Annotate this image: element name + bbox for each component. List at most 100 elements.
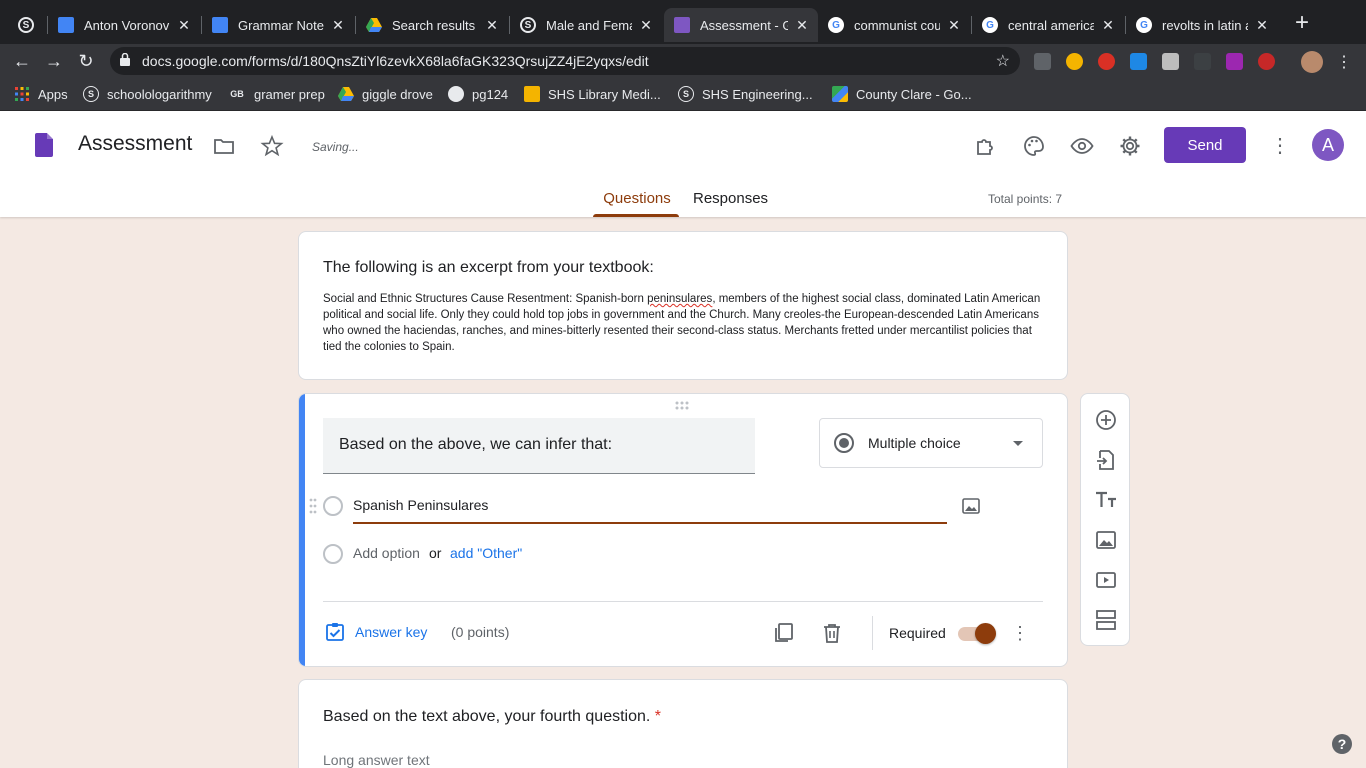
address-bar[interactable]: docs.google.com/forms/d/180QnsZtiYl6zevk… [110,47,1020,75]
extension-icon[interactable] [1194,53,1211,70]
question-card[interactable]: Based on the text above, your fourth que… [298,679,1068,768]
close-icon[interactable]: ✕ [946,17,962,34]
question-type-dropdown[interactable]: Multiple choice [819,418,1043,468]
bookmark-gramer-prep[interactable]: GB gramer prep [228,86,325,102]
reload-icon[interactable]: ↻ [75,50,97,72]
tab-anton-voronov[interactable]: Anton Voronov - ✕ [48,8,200,42]
forms-header: Assessment Saving... Send ⋮ A Questions … [0,111,1366,217]
required-label: Required [889,625,946,641]
import-questions-icon[interactable] [1094,448,1118,472]
tab-responses[interactable]: Responses [693,190,768,207]
browser-tabstrip: S Anton Voronov - ✕ Grammar Notes ✕ Sear… [0,0,1366,44]
chevron-down-icon [1013,441,1023,446]
tab-assessment[interactable]: Assessment - G ✕ [664,8,818,42]
addons-puzzle-icon[interactable] [974,134,998,158]
send-button[interactable]: Send [1164,127,1246,163]
drag-handle-icon[interactable] [675,401,693,411]
bookmark-label: SHS Engineering... [702,86,813,102]
close-icon[interactable]: ✕ [794,17,810,34]
adblock-extension-icon[interactable] [1098,53,1115,70]
google-icon: G [828,17,844,33]
owl-extension-icon[interactable] [1066,53,1083,70]
tab-schoology[interactable]: S [8,8,46,42]
option-drag-handle-icon[interactable] [309,498,317,514]
chrome-menu-icon[interactable]: ⋮ [1336,52,1352,72]
delete-trash-icon[interactable] [822,622,842,644]
add-image-icon[interactable] [961,496,981,516]
bookmark-schoology[interactable]: S schoolologarithmy [83,86,212,102]
form-title[interactable]: Assessment [78,132,192,156]
question-card-active[interactable]: Based on the above, we can infer that: M… [298,393,1068,667]
total-points: Total points: 7 [988,192,1063,206]
footer-divider [872,616,873,650]
bookmark-county-clare[interactable]: County Clare - Go... [832,86,972,102]
tab-communist-countries[interactable]: G communist cou ✕ [818,8,970,42]
close-icon[interactable]: ✕ [1100,17,1116,34]
bookmark-label: pg124 [472,86,509,102]
close-icon[interactable]: ✕ [1254,17,1270,34]
excerpt-section-card[interactable]: The following is an excerpt from your te… [298,231,1068,380]
add-other-button[interactable]: add "Other" [450,545,522,561]
add-option-button[interactable]: Add option [353,545,420,561]
points-label: (0 points) [451,624,510,640]
bookmark-star-icon[interactable]: ☆ [996,51,1010,71]
star-icon[interactable] [260,134,284,158]
extension-icon[interactable] [1130,53,1147,70]
question-more-icon[interactable]: ⋮ [1011,623,1029,643]
bookmark-giggle-drove[interactable]: giggle drove [338,86,433,102]
extension-icon[interactable] [1258,53,1275,70]
tab-revolts-latin-america[interactable]: G revolts in latin a ✕ [1126,8,1278,42]
close-icon[interactable]: ✕ [176,17,192,34]
forward-icon[interactable]: → [43,50,65,72]
close-icon[interactable]: ✕ [638,17,654,34]
drive-icon [366,17,382,33]
tab-central-america[interactable]: G central america ✕ [972,8,1124,42]
settings-gear-icon[interactable] [1118,134,1142,158]
question-type-label: Multiple choice [868,435,961,451]
new-tab-icon[interactable]: + [1291,11,1313,35]
tab-male-and-female[interactable]: S Male and Femal ✕ [510,8,662,42]
lock-icon [120,53,130,66]
folder-icon[interactable] [212,134,236,158]
browser-profile-avatar[interactable] [1301,51,1323,73]
required-toggle-thumb[interactable] [975,623,996,644]
add-question-icon[interactable] [1094,408,1118,432]
bookmark-label: SHS Library Medi... [548,86,661,102]
duplicate-icon[interactable] [773,622,795,644]
add-video-icon[interactable] [1094,568,1118,592]
crx-extension-icon[interactable] [1034,53,1051,70]
add-image-icon[interactable] [1094,528,1118,552]
save-status: Saving... [312,140,359,154]
excerpt-title: The following is an excerpt from your te… [323,259,654,276]
palette-icon[interactable] [1022,134,1046,158]
tab-title: communist cou [854,17,940,33]
docs-icon [58,17,74,33]
tab-questions[interactable]: Questions [595,190,679,207]
add-title-text-icon[interactable] [1094,488,1118,512]
bookmark-label: gramer prep [254,86,325,102]
account-avatar[interactable]: A [1312,129,1344,161]
bookmark-shs-engineering[interactable]: S SHS Engineering... [678,86,813,102]
option-input-underline [353,522,947,524]
required-asterisk: * [654,708,662,725]
preview-eye-icon[interactable] [1070,134,1094,158]
add-section-icon[interactable] [1094,608,1118,632]
close-icon[interactable]: ✕ [484,17,500,34]
answer-key-button[interactable]: Answer key [355,624,427,640]
tab-title: revolts in latin a [1162,17,1248,33]
bookmark-pg124[interactable]: pg124 [448,86,508,102]
tab-search-results[interactable]: Search results - ✕ [356,8,508,42]
google-forms-logo-icon[interactable] [35,133,53,157]
bookmark-shs-library[interactable]: SHS Library Medi... [524,86,661,102]
close-icon[interactable]: ✕ [330,17,346,34]
bookmark-apps[interactable]: Apps [14,86,68,102]
question-title-input[interactable]: Based on the above, we can infer that: [323,418,755,474]
option-1-input[interactable]: Spanish Peninsulares [353,497,488,513]
answer-key-checkbox-icon[interactable] [325,622,345,642]
color-extension-icon[interactable] [1226,53,1243,70]
tab-grammar-notes[interactable]: Grammar Notes ✕ [202,8,354,42]
more-options-icon[interactable]: ⋮ [1270,133,1290,157]
briefcase-extension-icon[interactable] [1162,53,1179,70]
back-icon[interactable]: ← [11,50,33,72]
help-icon[interactable]: ? [1332,734,1352,754]
